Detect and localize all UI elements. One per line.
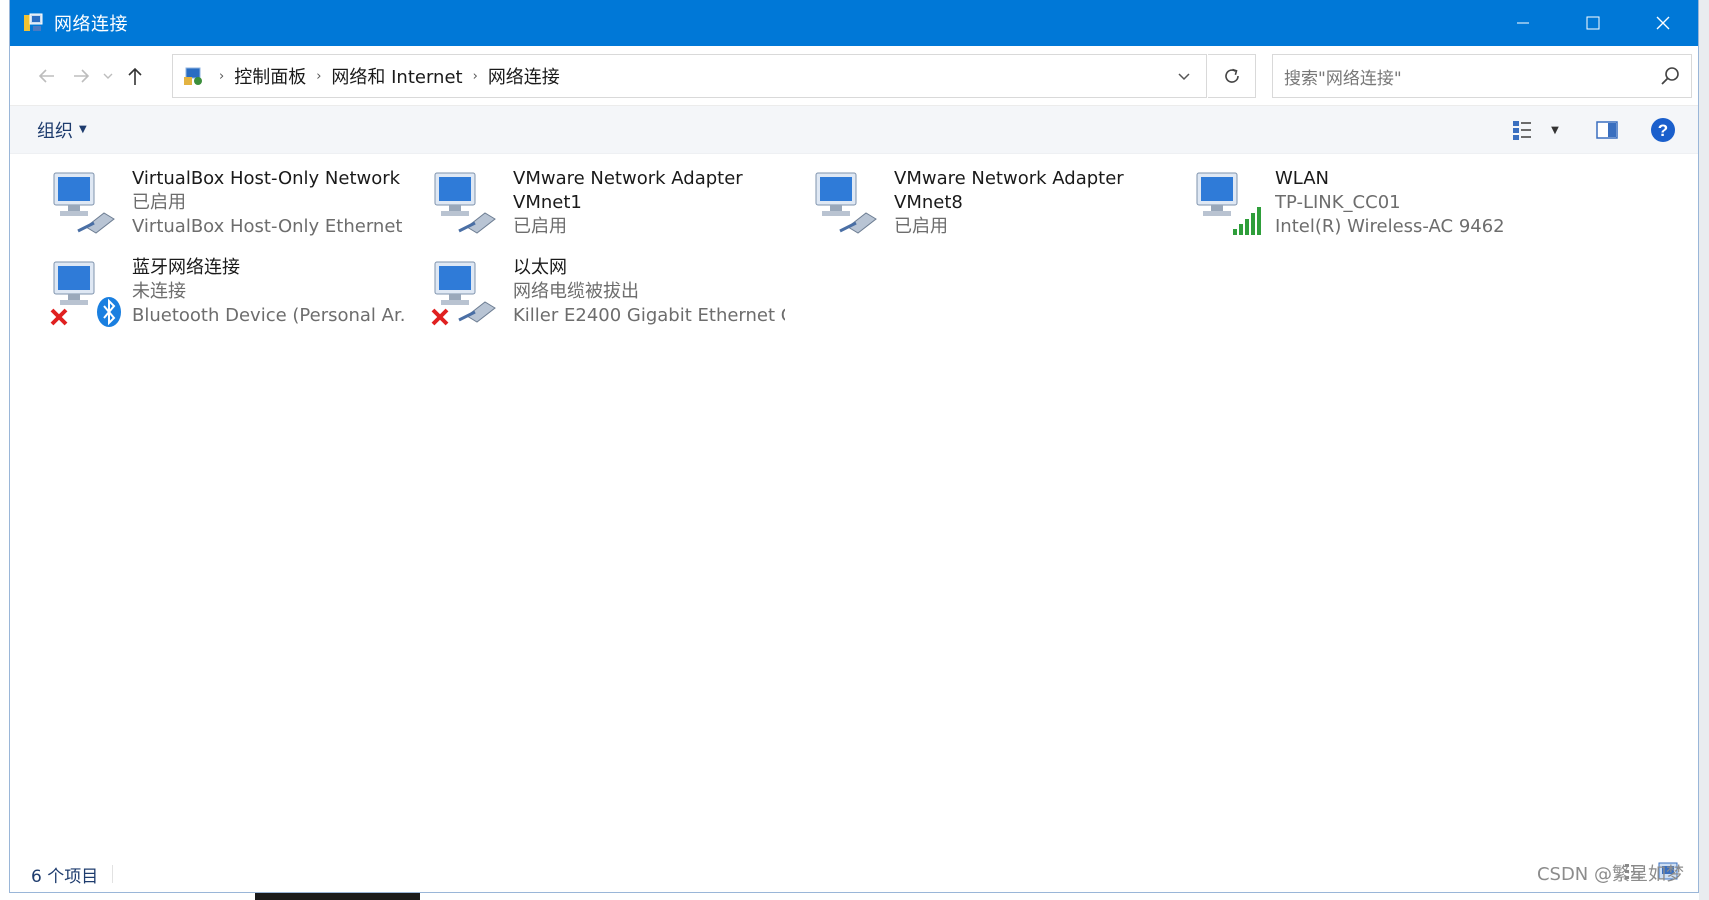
background-window-edge (1699, 0, 1709, 900)
maximize-icon (1586, 16, 1600, 30)
connection-item-virtualbox[interactable]: VirtualBox Host-Only Network 已启用 Virtual… (24, 167, 404, 251)
disconnected-x-icon (431, 308, 449, 326)
title-bar[interactable]: 网络连接 (10, 0, 1698, 46)
preview-pane-icon (1596, 121, 1618, 139)
recent-locations-button[interactable] (98, 58, 118, 94)
watermark-text: CSDN @繁星如梦 (1536, 864, 1684, 885)
search-placeholder: 搜索"网络连接" (1284, 68, 1402, 89)
window-title: 网络连接 (54, 14, 128, 35)
breadcrumb-separator[interactable]: › (316, 69, 321, 84)
connection-status: 已启用 (894, 216, 948, 237)
ethernet-icon (429, 167, 509, 247)
status-separator (112, 865, 114, 883)
connection-item-vmnet8[interactable]: VMware Network Adapter VMnet8 已启用 (786, 167, 1166, 251)
connection-device: VirtualBox Host-Only Ethernet ... (132, 216, 404, 237)
connection-item-wlan[interactable]: WLAN TP-LINK_CC01 Intel(R) Wireless-AC 9… (1167, 167, 1547, 251)
disconnected-x-icon (50, 308, 68, 326)
view-options-icon (1513, 121, 1531, 140)
item-count: 6 个项目 (31, 866, 99, 887)
connection-name: VMware Network Adapter (894, 168, 1124, 189)
svg-text:?: ? (1658, 121, 1668, 140)
connection-ssid: TP-LINK_CC01 (1275, 192, 1401, 213)
address-row: › 控制面板 › 网络和 Internet › 网络连接 搜索"网络连接" (10, 46, 1698, 106)
status-bar: 6 个项目 (10, 856, 1698, 892)
ethernet-icon (810, 167, 890, 247)
connection-item-ethernet[interactable]: 以太网 网络电缆被拔出 Killer E2400 Gigabit Etherne… (405, 256, 785, 340)
network-folder-icon (22, 11, 46, 35)
connection-device: Killer E2400 Gigabit Ethernet C... (513, 305, 785, 326)
chevron-down-icon (1178, 73, 1190, 81)
connection-name: 以太网 (513, 257, 567, 278)
bluetooth-icon (48, 256, 128, 336)
up-button[interactable] (118, 58, 152, 94)
control-panel-icon (179, 61, 209, 91)
connection-item-bluetooth[interactable]: 蓝牙网络连接 未连接 Bluetooth Device (Personal Ar… (24, 256, 404, 340)
breadcrumb-separator: › (219, 68, 225, 84)
view-controls: ▼ ? (1502, 106, 1684, 154)
connection-name: VMware Network Adapter (513, 168, 743, 189)
address-history-dropdown[interactable] (1162, 55, 1206, 97)
change-view-button[interactable] (1502, 110, 1544, 150)
minimize-icon (1517, 22, 1529, 24)
connection-name-line2: VMnet8 (894, 192, 963, 213)
arrow-left-icon (38, 68, 54, 83)
search-input[interactable]: 搜索"网络连接" (1272, 54, 1692, 98)
wifi-signal-icon (1191, 167, 1271, 247)
view-menu-dropdown[interactable]: ▼ (1544, 110, 1566, 150)
connection-name: VirtualBox Host-Only Network (132, 168, 401, 189)
help-button[interactable]: ? (1642, 110, 1684, 150)
connection-status: 已启用 (132, 192, 186, 213)
refresh-button[interactable] (1208, 54, 1256, 98)
ethernet-icon (48, 167, 128, 247)
chevron-down-icon (103, 73, 113, 79)
back-button[interactable] (30, 58, 64, 94)
preview-pane-button[interactable] (1586, 110, 1628, 150)
connection-item-vmnet1[interactable]: VMware Network Adapter VMnet1 已启用 (405, 167, 785, 251)
arrow-up-icon (128, 67, 142, 85)
network-connections-window: 网络连接 › 控制面板 › 网络和 Internet › 网络连接 搜索"网络连… (10, 0, 1698, 892)
breadcrumb-separator[interactable]: › (473, 69, 478, 84)
organize-label: 组织 (37, 120, 73, 142)
connection-device: Bluetooth Device (Personal Ar... (132, 305, 404, 326)
connection-name: WLAN (1275, 168, 1330, 189)
window-controls (1488, 0, 1698, 46)
connection-name-line2: VMnet1 (513, 192, 582, 213)
forward-button[interactable] (64, 58, 98, 94)
address-bar[interactable]: › 控制面板 › 网络和 Internet › 网络连接 (172, 54, 1207, 98)
ethernet-icon (429, 256, 509, 336)
organize-menu-button[interactable]: 组织 ▼ (37, 117, 87, 143)
search-icon[interactable] (1659, 65, 1681, 87)
caret-down-icon: ▼ (79, 124, 87, 135)
connection-name: 蓝牙网络连接 (132, 257, 240, 278)
arrow-right-icon (74, 68, 90, 83)
maximize-button[interactable] (1558, 0, 1628, 46)
close-button[interactable] (1628, 0, 1698, 46)
connection-status: 已启用 (513, 216, 567, 237)
connection-status: 网络电缆被拔出 (513, 281, 639, 302)
connection-device: Intel(R) Wireless-AC 9462 (1275, 216, 1505, 237)
taskbar-fragment (255, 892, 420, 900)
help-icon: ? (1651, 118, 1675, 142)
caret-down-icon: ▼ (1551, 124, 1559, 136)
breadcrumb-control-panel[interactable]: 控制面板 (234, 63, 306, 89)
breadcrumb-network-internet[interactable]: 网络和 Internet (331, 63, 462, 89)
refresh-icon (1224, 68, 1239, 83)
breadcrumb-network-connections[interactable]: 网络连接 (488, 63, 560, 89)
close-icon (1656, 16, 1670, 30)
connections-list: VirtualBox Host-Only Network 已启用 Virtual… (10, 155, 1698, 855)
minimize-button[interactable] (1488, 0, 1558, 46)
connection-status: 未连接 (132, 281, 186, 302)
command-bar: 组织 ▼ ▼ ? (10, 106, 1698, 154)
